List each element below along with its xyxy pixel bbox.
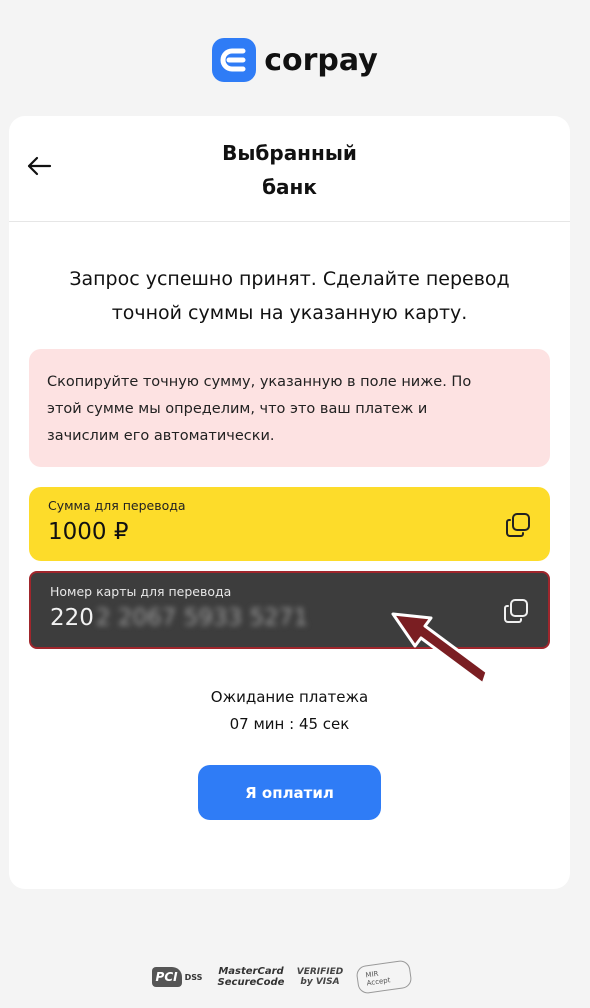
waiting-label: Ожидание платежа (210, 688, 369, 706)
payment-card: Выбранный банк Запрос успешно принят. Сд… (9, 116, 570, 889)
mastercard-line1: MasterCard (218, 966, 284, 977)
card-number-value: 2202 2067 5933 5271 (50, 605, 308, 631)
page-title: Выбранный банк (9, 136, 570, 204)
card-number-field: Номер карты для перевода 2202 2067 5933 … (29, 571, 550, 649)
security-badges: PCI DSS MasterCard SecureCode VERIFIED b… (145, 959, 413, 995)
pci-mark: PCI (151, 967, 182, 987)
brand-logo: corpay (0, 38, 590, 82)
copy-notice-line1: Скопируйте точную сумму, указанную в пол… (47, 374, 472, 390)
payment-waiting: Ожидание платежа 07 мин : 45 сек (9, 684, 570, 738)
copy-notice-line3: зачислим его автоматически. (47, 428, 275, 444)
mastercard-securecode-badge: MasterCard SecureCode (217, 962, 285, 992)
visa-line1: VERIFIED (296, 967, 344, 977)
corpay-logo-icon (212, 38, 257, 82)
amount-field: Сумма для перевода 1000 ₽ (29, 487, 550, 561)
success-message-line2: точной суммы на указанную карту. (111, 302, 468, 324)
waiting-timer: 07 мин : 45 сек (229, 715, 350, 733)
card-header: Выбранный банк (9, 116, 570, 222)
card-number-obscured: 2 2067 5933 5271 (95, 605, 309, 631)
mir-accept-badge: MIR Accept (355, 959, 413, 995)
mastercard-line2: SecureCode (217, 977, 285, 988)
visa-line2: by VISA (300, 977, 340, 987)
pci-dss-badge: PCI DSS (145, 962, 209, 992)
mir-accept-text: MIR Accept (355, 959, 413, 995)
success-message-line1: Запрос успешно принят. Сделайте перевод (69, 268, 510, 290)
success-message: Запрос успешно принят. Сделайте перевод … (29, 262, 550, 330)
verified-by-visa-badge: VERIFIED by VISA (293, 962, 347, 992)
card-number-label: Номер карты для перевода (50, 584, 232, 599)
amount-value: 1000 ₽ (48, 519, 129, 545)
copy-card-number-button[interactable] (502, 597, 530, 625)
pci-dss-text: DSS (184, 972, 203, 982)
i-paid-button[interactable]: Я оплатил (198, 765, 381, 820)
copy-amount-button[interactable] (504, 511, 532, 539)
amount-label: Сумма для перевода (48, 498, 186, 513)
page-title-line2: банк (262, 175, 317, 199)
page-title-line1: Выбранный (222, 141, 357, 165)
brand-name: corpay (264, 42, 378, 78)
copy-notice: Скопируйте точную сумму, указанную в пол… (29, 349, 550, 467)
card-number-visible: 220 (50, 605, 94, 631)
copy-notice-line2: этой сумме мы определим, что это ваш пла… (47, 401, 428, 417)
